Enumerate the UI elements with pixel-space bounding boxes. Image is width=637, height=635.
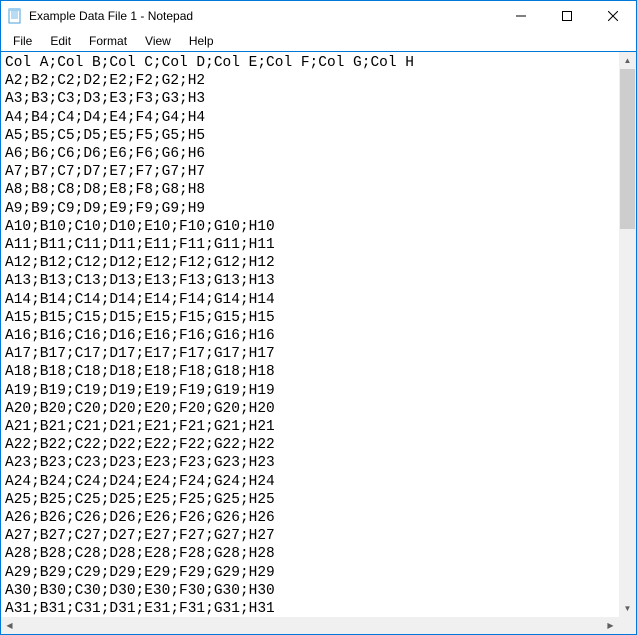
notepad-icon xyxy=(7,8,23,24)
scroll-right-arrow-icon[interactable]: ▶ xyxy=(602,617,619,634)
scrollbar-corner xyxy=(619,617,636,634)
minimize-button[interactable] xyxy=(498,1,544,31)
scroll-up-arrow-icon[interactable]: ▲ xyxy=(619,52,636,69)
vertical-scroll-thumb[interactable] xyxy=(620,69,635,229)
notepad-window: Example Data File 1 - Notepad File Edit … xyxy=(0,0,637,635)
close-button[interactable] xyxy=(590,1,636,31)
menu-file[interactable]: File xyxy=(5,33,40,49)
window-title: Example Data File 1 - Notepad xyxy=(29,9,498,23)
menu-format[interactable]: Format xyxy=(81,33,135,49)
client-area: Col A;Col B;Col C;Col D;Col E;Col F;Col … xyxy=(1,51,636,634)
horizontal-scrollbar[interactable]: ◀ ▶ xyxy=(1,617,636,634)
scroll-down-arrow-icon[interactable]: ▼ xyxy=(619,600,636,617)
menu-help[interactable]: Help xyxy=(181,33,222,49)
scroll-left-arrow-icon[interactable]: ◀ xyxy=(1,617,18,634)
window-controls xyxy=(498,1,636,31)
menu-edit[interactable]: Edit xyxy=(42,33,79,49)
text-editor[interactable]: Col A;Col B;Col C;Col D;Col E;Col F;Col … xyxy=(1,52,619,617)
horizontal-scroll-track[interactable] xyxy=(18,617,602,634)
menubar: File Edit Format View Help xyxy=(1,31,636,51)
editor-wrap: Col A;Col B;Col C;Col D;Col E;Col F;Col … xyxy=(1,52,636,617)
maximize-button[interactable] xyxy=(544,1,590,31)
menu-view[interactable]: View xyxy=(137,33,179,49)
vertical-scrollbar[interactable]: ▲ ▼ xyxy=(619,52,636,617)
titlebar[interactable]: Example Data File 1 - Notepad xyxy=(1,1,636,31)
